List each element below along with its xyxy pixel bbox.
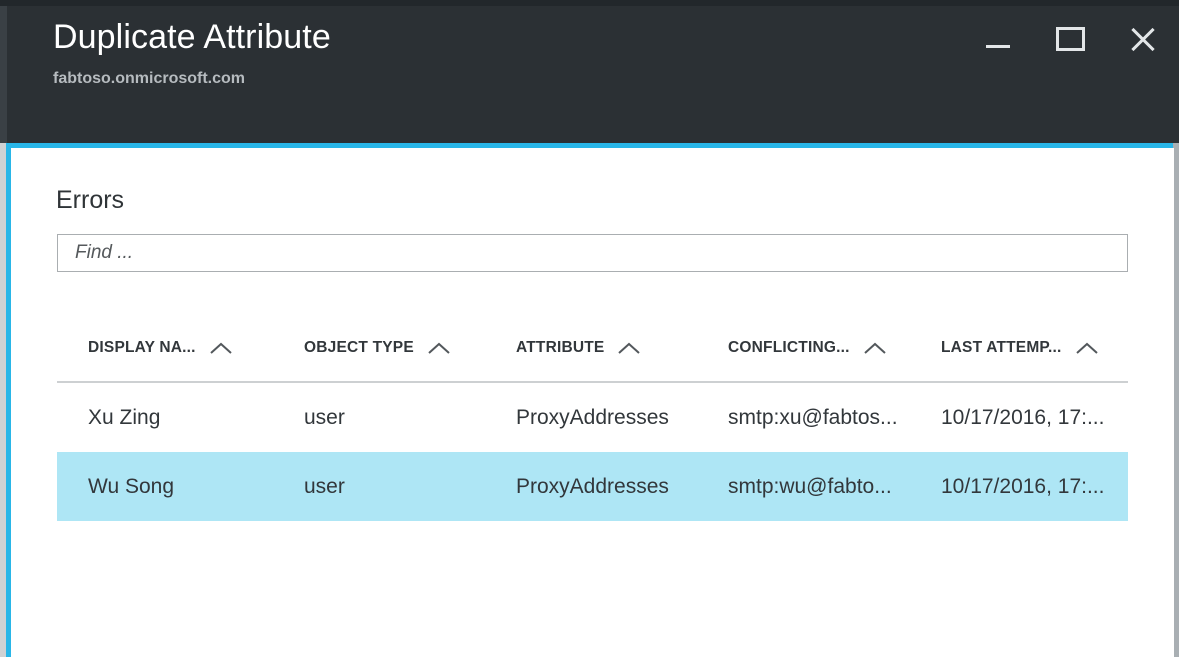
table-row[interactable]: Xu Zing user ProxyAddresses smtp:xu@fabt… bbox=[57, 383, 1128, 452]
content-panel: Errors DISPLAY NA... OBJECT TYPE bbox=[11, 148, 1174, 657]
cell-display-name: Xu Zing bbox=[88, 405, 161, 429]
cell-display-name: Wu Song bbox=[88, 474, 174, 498]
title-block: Duplicate Attribute fabtoso.onmicrosoft.… bbox=[53, 16, 331, 90]
cell-last-attempt: 10/17/2016, 17:... bbox=[941, 405, 1105, 429]
search-input[interactable] bbox=[57, 234, 1128, 272]
minimize-button[interactable] bbox=[975, 16, 1021, 62]
close-icon bbox=[1128, 25, 1156, 53]
title-bar: Duplicate Attribute fabtoso.onmicrosoft.… bbox=[0, 0, 1179, 143]
cell-conflicting-value: smtp:wu@fabto... bbox=[728, 474, 892, 498]
table-row[interactable]: Wu Song user ProxyAddresses smtp:wu@fabt… bbox=[57, 452, 1128, 521]
cell-last-attempt: 10/17/2016, 17:... bbox=[941, 474, 1105, 498]
column-header-display-name[interactable]: DISPLAY NA... bbox=[88, 339, 233, 357]
chevron-up-icon bbox=[1075, 341, 1099, 355]
column-header-last-attempt[interactable]: LAST ATTEMP... bbox=[941, 339, 1099, 357]
title-bar-left-edge bbox=[0, 6, 7, 143]
window-title: Duplicate Attribute bbox=[53, 18, 331, 56]
window-subtitle: fabtoso.onmicrosoft.com bbox=[53, 70, 246, 87]
duplicate-attribute-window: Duplicate Attribute fabtoso.onmicrosoft.… bbox=[0, 0, 1179, 657]
column-header-conflicting-value[interactable]: CONFLICTING... bbox=[728, 339, 887, 357]
column-header-attribute[interactable]: ATTRIBUTE bbox=[516, 339, 641, 357]
chevron-up-icon bbox=[617, 341, 641, 355]
title-bar-top-strip bbox=[0, 0, 1179, 6]
chevron-up-icon bbox=[863, 341, 887, 355]
errors-table: DISPLAY NA... OBJECT TYPE ATTRIBUTE CONF… bbox=[57, 325, 1128, 521]
maximize-button[interactable] bbox=[1047, 16, 1093, 62]
cell-object-type: user bbox=[304, 405, 345, 429]
cell-object-type: user bbox=[304, 474, 345, 498]
maximize-icon bbox=[1055, 27, 1085, 51]
chevron-up-icon bbox=[209, 341, 233, 355]
cell-attribute: ProxyAddresses bbox=[516, 474, 669, 498]
column-header-label: OBJECT TYPE bbox=[304, 339, 414, 356]
column-header-label: LAST ATTEMP... bbox=[941, 339, 1062, 356]
column-header-label: DISPLAY NA... bbox=[88, 339, 196, 356]
cell-conflicting-value: smtp:xu@fabtos... bbox=[728, 405, 898, 429]
column-header-object-type[interactable]: OBJECT TYPE bbox=[304, 339, 451, 357]
content-outer-frame: Errors DISPLAY NA... OBJECT TYPE bbox=[0, 143, 1179, 657]
errors-heading: Errors bbox=[56, 186, 125, 214]
chevron-up-icon bbox=[427, 341, 451, 355]
cell-attribute: ProxyAddresses bbox=[516, 405, 669, 429]
table-header-row: DISPLAY NA... OBJECT TYPE ATTRIBUTE CONF… bbox=[57, 325, 1128, 383]
column-header-label: ATTRIBUTE bbox=[516, 339, 605, 356]
close-button[interactable] bbox=[1119, 16, 1165, 62]
minimize-icon bbox=[986, 44, 1010, 48]
window-controls bbox=[975, 16, 1165, 62]
column-header-label: CONFLICTING... bbox=[728, 339, 850, 356]
